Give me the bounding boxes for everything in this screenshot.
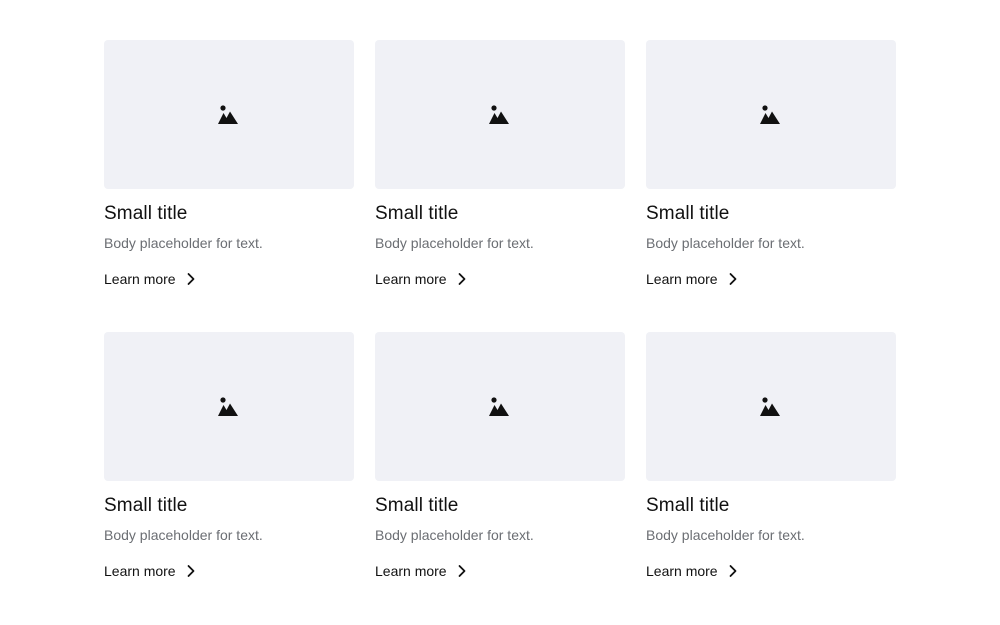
chevron-right-icon [187, 273, 194, 285]
image-icon [489, 396, 509, 416]
learn-more-link[interactable]: Learn more [375, 270, 469, 288]
learn-more-link[interactable]: Learn more [646, 562, 740, 580]
chevron-right-icon [458, 565, 465, 577]
card-title: Small title [646, 203, 730, 224]
learn-more-link[interactable]: Learn more [646, 270, 740, 288]
card: Small title Body placeholder for text. L… [375, 40, 625, 288]
card-body: Body placeholder for text. [375, 527, 534, 543]
card: Small title Body placeholder for text. L… [104, 332, 354, 580]
chevron-right-icon [458, 273, 465, 285]
card: Small title Body placeholder for text. L… [646, 40, 896, 288]
card-title: Small title [104, 203, 188, 224]
card-title: Small title [375, 495, 459, 516]
learn-more-link[interactable]: Learn more [104, 562, 198, 580]
card: Small title Body placeholder for text. L… [646, 332, 896, 580]
chevron-right-icon [729, 565, 736, 577]
card-body: Body placeholder for text. [104, 235, 263, 251]
card-body: Body placeholder for text. [646, 235, 805, 251]
learn-more-label: Learn more [375, 271, 447, 287]
learn-more-label: Learn more [104, 563, 176, 579]
image-icon [760, 396, 780, 416]
learn-more-label: Learn more [646, 563, 718, 579]
image-placeholder [104, 40, 354, 189]
learn-more-link[interactable]: Learn more [104, 270, 198, 288]
card-title: Small title [375, 203, 459, 224]
learn-more-label: Learn more [646, 271, 718, 287]
card-title: Small title [646, 495, 730, 516]
image-icon [218, 396, 238, 416]
image-placeholder [646, 40, 896, 189]
image-icon [760, 104, 780, 124]
chevron-right-icon [729, 273, 736, 285]
image-placeholder [375, 332, 625, 481]
card-title: Small title [104, 495, 188, 516]
learn-more-label: Learn more [375, 563, 447, 579]
image-icon [489, 104, 509, 124]
learn-more-link[interactable]: Learn more [375, 562, 469, 580]
card-body: Body placeholder for text. [104, 527, 263, 543]
image-icon [218, 104, 238, 124]
chevron-right-icon [187, 565, 194, 577]
image-placeholder [646, 332, 896, 481]
card: Small title Body placeholder for text. L… [104, 40, 354, 288]
card-grid: Small title Body placeholder for text. L… [104, 40, 896, 580]
image-placeholder [375, 40, 625, 189]
learn-more-label: Learn more [104, 271, 176, 287]
image-placeholder [104, 332, 354, 481]
card-body: Body placeholder for text. [646, 527, 805, 543]
card-body: Body placeholder for text. [375, 235, 534, 251]
card: Small title Body placeholder for text. L… [375, 332, 625, 580]
